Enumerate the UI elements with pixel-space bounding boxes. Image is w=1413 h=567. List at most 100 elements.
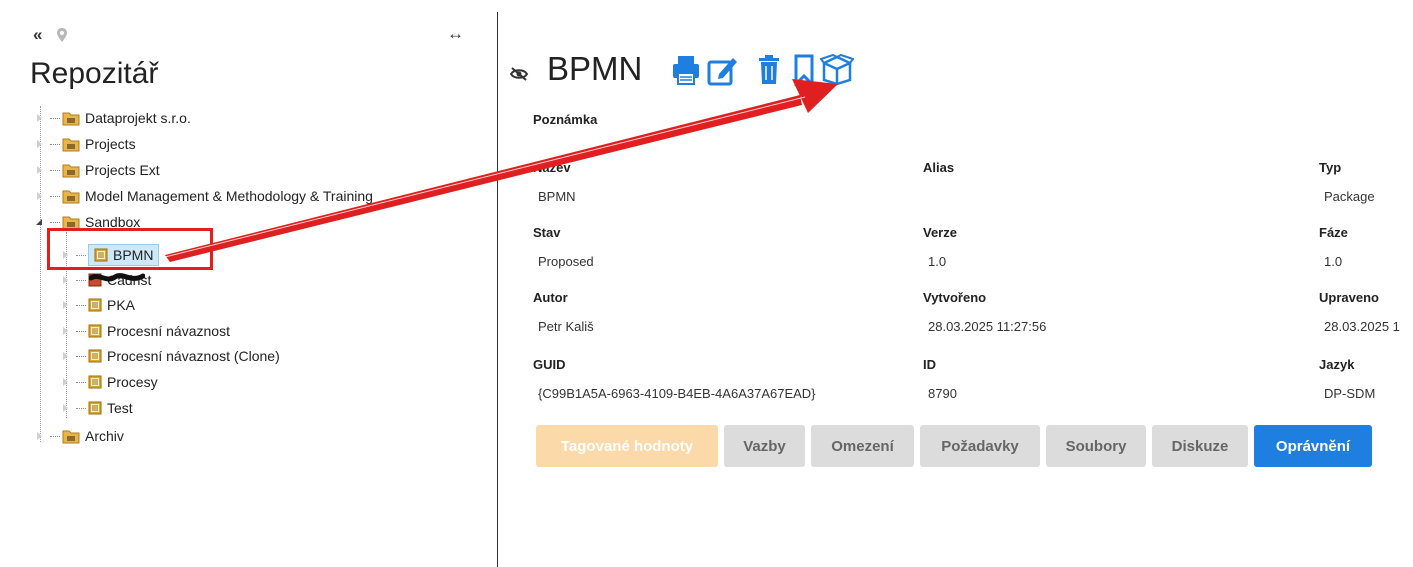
nazev-value: BPMN <box>538 189 576 204</box>
repository-title: Repozitář <box>30 57 159 90</box>
tree-connector <box>50 169 60 171</box>
expand-icon[interactable] <box>62 376 72 388</box>
expand-icon[interactable] <box>62 350 72 362</box>
package-doc-icon <box>88 375 102 389</box>
repository-panel: « ↔ Repozitář Dataprojekt s.r.o. Project… <box>0 0 497 567</box>
expand-icon[interactable] <box>62 402 72 414</box>
tab-vazby[interactable]: Vazby <box>724 425 805 467</box>
repository-tree: Dataprojekt s.r.o. Projects Projects Ext <box>0 106 497 506</box>
tree-node-label: PKA <box>107 297 136 313</box>
expand-icon[interactable] <box>36 164 46 176</box>
tree-node-label: Procesní návaznost (Clone) <box>107 348 280 364</box>
trash-icon[interactable] <box>757 54 781 86</box>
package-folder-icon <box>62 112 80 126</box>
package-doc-icon <box>88 401 102 415</box>
tree-node-label: Archiv <box>85 428 124 444</box>
upraveno-label: Upraveno <box>1319 290 1379 305</box>
pin-icon[interactable] <box>55 27 69 43</box>
vytvoreno-label: Vytvořeno <box>923 290 987 305</box>
package-folder-icon <box>62 190 80 204</box>
expand-icon[interactable] <box>36 190 46 202</box>
vytvoreno-value: 28.03.2025 11:27:56 <box>928 319 1047 334</box>
jazyk-value: DP-SDM <box>1324 386 1376 401</box>
tree-node-procesy[interactable]: Procesy <box>62 370 158 394</box>
tree-connector <box>50 117 60 119</box>
expand-icon[interactable] <box>36 112 46 124</box>
tree-node-label: Procesní návaznost <box>107 323 230 339</box>
autor-label: Autor <box>533 290 568 305</box>
tab-omezeni[interactable]: Omezení <box>811 425 914 467</box>
tree-node-test[interactable]: Test <box>62 396 133 420</box>
tree-node-label: Test <box>107 400 133 416</box>
typ-value: Package <box>1324 189 1375 204</box>
tree-node-label: Projects Ext <box>85 162 160 178</box>
tree-node-label: Projects <box>85 136 136 152</box>
tree-node-projects-ext[interactable]: Projects Ext <box>36 158 160 182</box>
edit-icon[interactable] <box>707 54 739 86</box>
detail-tabs: Tagované hodnoty Vazby Omezení Požadavky… <box>536 425 1376 467</box>
bookmark-icon[interactable] <box>793 54 815 86</box>
package-doc-icon <box>88 298 102 312</box>
expand-icon[interactable] <box>62 299 72 311</box>
tab-tagovane-hodnoty[interactable]: Tagované hodnoty <box>536 425 718 467</box>
tab-opravneni[interactable]: Oprávnění <box>1254 425 1372 467</box>
tree-connector <box>76 381 86 383</box>
tree-node-pka[interactable]: PKA <box>62 293 135 317</box>
package-folder-icon <box>62 430 80 444</box>
tree-node-label: Model Management & Methodology & Trainin… <box>85 188 373 204</box>
tree-connector <box>76 355 86 357</box>
element-title: BPMN <box>547 50 643 87</box>
tree-connector <box>50 221 60 223</box>
guid-label: GUID <box>533 357 566 372</box>
tree-node-label: Dataprojekt s.r.o. <box>85 110 191 126</box>
tree-connector <box>50 435 60 437</box>
eye-slash-icon[interactable] <box>509 66 529 82</box>
stav-label: Stav <box>533 225 561 240</box>
package-doc-icon <box>88 349 102 363</box>
print-icon[interactable] <box>671 54 701 86</box>
collapse-icon[interactable] <box>36 216 46 228</box>
tree-node-label: Procesy <box>107 374 158 390</box>
package-folder-icon <box>62 164 80 178</box>
resize-panel-icon[interactable]: ↔ <box>447 25 464 43</box>
stav-value: Proposed <box>538 254 594 269</box>
expand-icon[interactable] <box>62 274 72 286</box>
verze-value: 1.0 <box>928 254 947 269</box>
tab-diskuze[interactable]: Diskuze <box>1152 425 1248 467</box>
tree-connector <box>76 279 86 281</box>
element-detail-panel: BPMN Poznámka Název BPMN Alias Typ Packa… <box>498 0 1413 567</box>
tree-node-dataprojekt[interactable]: Dataprojekt s.r.o. <box>36 106 191 130</box>
verze-label: Verze <box>923 225 957 240</box>
autor-value: Petr Kališ <box>538 319 594 334</box>
tree-node-archiv[interactable]: Archiv <box>36 424 124 448</box>
tree-connector <box>50 143 60 145</box>
tree-node-procesni-navaznost[interactable]: Procesní návaznost <box>62 319 230 343</box>
annotation-highlight-box <box>47 228 213 270</box>
redaction-scribble <box>89 273 145 282</box>
typ-label: Typ <box>1319 160 1342 175</box>
tab-soubory[interactable]: Soubory <box>1046 425 1146 467</box>
tree-node-model-management[interactable]: Model Management & Methodology & Trainin… <box>36 184 373 208</box>
tree-node-procesni-navaznost-clone[interactable]: Procesní návaznost (Clone) <box>62 344 280 368</box>
id-value: 8790 <box>928 386 957 401</box>
alias-label: Alias <box>923 160 955 175</box>
upraveno-value: 28.03.2025 1 <box>1324 319 1400 334</box>
tree-node-projects[interactable]: Projects <box>36 132 136 156</box>
expand-icon[interactable] <box>36 430 46 442</box>
package-icon[interactable] <box>820 54 854 86</box>
tab-pozadavky[interactable]: Požadavky <box>920 425 1040 467</box>
jazyk-label: Jazyk <box>1319 357 1355 372</box>
id-label: ID <box>923 357 936 372</box>
tree-connector <box>50 195 60 197</box>
guid-value: {C99B1A5A-6963-4109-B4EB-4A6A37A67EAD} <box>538 386 816 401</box>
faze-label: Fáze <box>1319 225 1348 240</box>
expand-icon[interactable] <box>36 138 46 150</box>
poznamka-label: Poznámka <box>533 112 598 127</box>
tree-connector <box>76 407 86 409</box>
package-folder-icon <box>62 138 80 152</box>
expand-icon[interactable] <box>62 325 72 337</box>
package-doc-icon <box>88 324 102 338</box>
tree-guide-line <box>40 106 41 442</box>
collapse-panel-button[interactable]: « <box>33 26 42 44</box>
nazev-label: Název <box>533 160 571 175</box>
